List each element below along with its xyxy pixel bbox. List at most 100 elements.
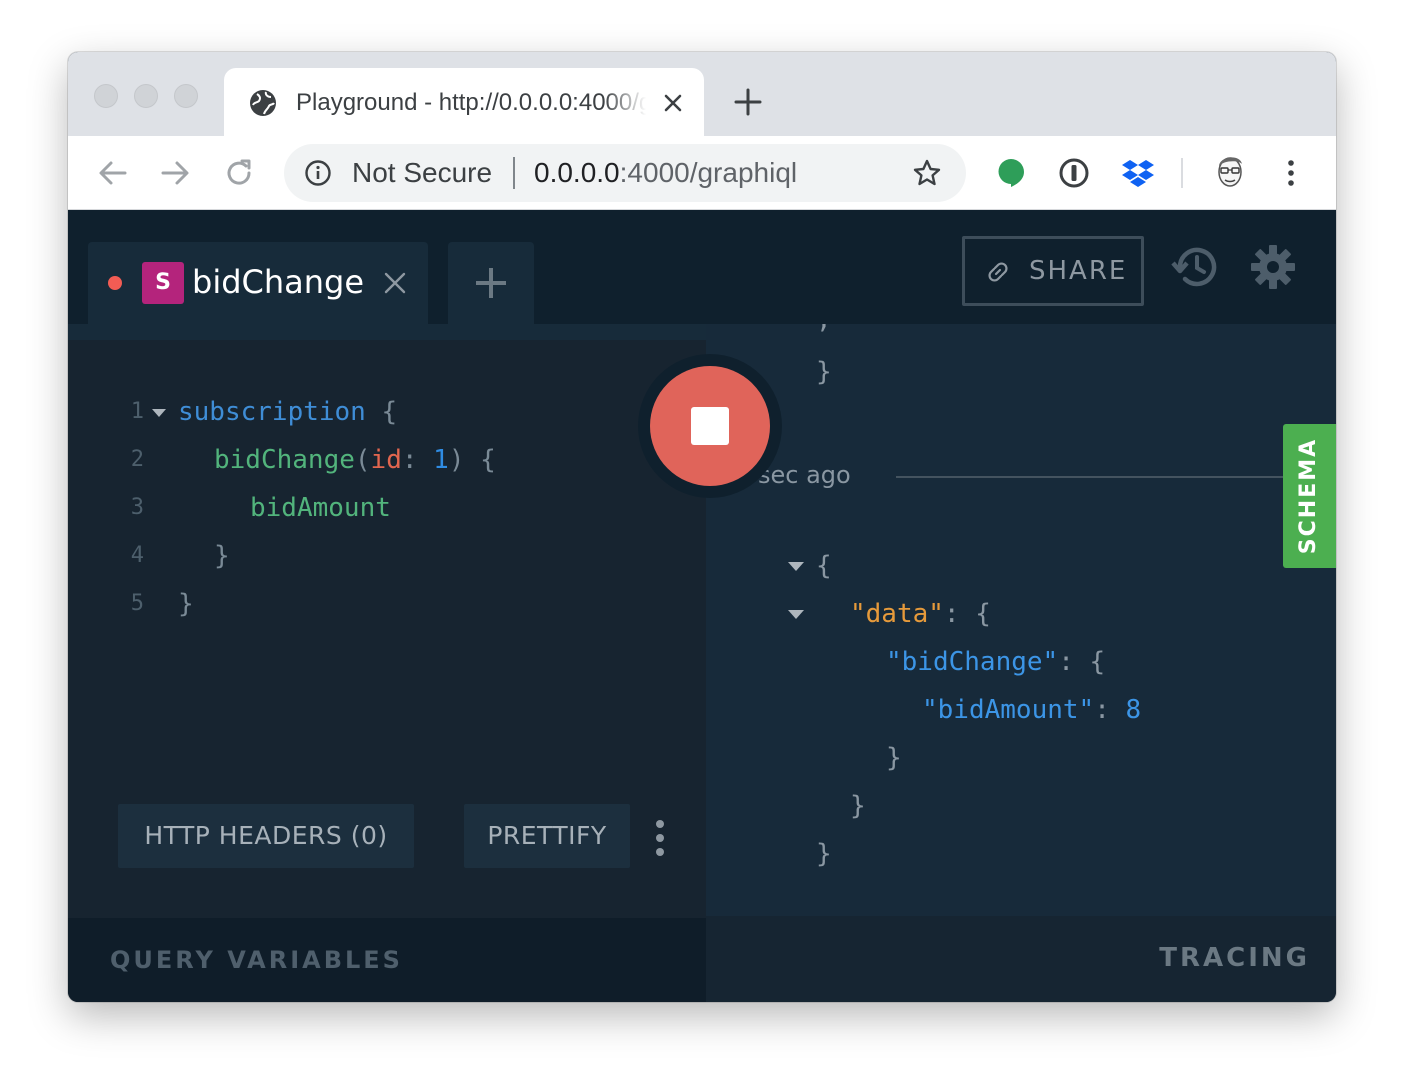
- address-separator: [513, 157, 515, 189]
- share-label: SHARE: [1029, 256, 1128, 286]
- stop-icon: [691, 407, 729, 445]
- query-variables-label: QUERY VARIABLES: [110, 946, 403, 974]
- code-line-1: subscription {: [178, 388, 397, 436]
- json-line-7: }: [816, 830, 832, 878]
- field-name: bidAmount: [250, 493, 391, 523]
- brace: {: [381, 397, 398, 427]
- close-icon[interactable]: [382, 270, 408, 296]
- browser-window: Playground - http://0.0.0.0:4000/graphiq…: [68, 52, 1336, 1002]
- prettify-button[interactable]: PRETTIFY: [464, 804, 630, 868]
- subscription-badge: S: [142, 262, 184, 304]
- fold-toggle-icon[interactable]: [788, 562, 804, 571]
- globe-icon: [250, 90, 276, 116]
- line-number: 3: [130, 495, 144, 520]
- plus-icon: [476, 268, 506, 298]
- info-icon[interactable]: [304, 159, 332, 187]
- brace: }: [850, 791, 866, 821]
- query-variables-bar[interactable]: QUERY VARIABLES: [68, 918, 706, 1002]
- password-manager-extension-icon[interactable]: [1057, 156, 1091, 190]
- colon: :: [1094, 695, 1110, 725]
- more-vertical-icon[interactable]: [1274, 156, 1308, 190]
- back-arrow-icon[interactable]: [96, 156, 130, 190]
- new-playground-tab-button[interactable]: [448, 242, 534, 324]
- brace: {: [480, 445, 496, 475]
- colon: :: [1058, 647, 1074, 677]
- json-key: "bidChange": [886, 647, 1059, 677]
- brace: }: [178, 589, 194, 619]
- playground-header: S bidChange SHARE: [68, 210, 1336, 324]
- brace: ,: [816, 324, 832, 335]
- argument-name: id: [370, 445, 402, 475]
- address-bar[interactable]: Not Secure 0.0.0.0:4000/graphiql: [284, 144, 966, 202]
- result-timestamp: sec ago: [758, 461, 851, 489]
- tracing-label: TRACING: [1159, 943, 1310, 973]
- profile-avatar[interactable]: [1212, 150, 1248, 194]
- json-line-3: "bidChange": {: [886, 638, 1105, 686]
- line-number: 4: [130, 543, 144, 568]
- json-line-2: "data": {: [850, 590, 991, 638]
- close-icon[interactable]: [660, 90, 686, 116]
- security-status-label[interactable]: Not Secure: [352, 144, 492, 202]
- tracing-bar[interactable]: TRACING: [706, 916, 1336, 1002]
- fold-toggle-icon[interactable]: [152, 409, 166, 417]
- line-number: 2: [130, 447, 144, 472]
- forward-arrow-icon[interactable]: [158, 156, 192, 190]
- code-line-3: bidAmount: [250, 484, 391, 532]
- line-number: 5: [130, 591, 144, 616]
- schema-label: SCHEMA: [1296, 437, 1321, 555]
- url-host: 0.0.0.0: [534, 157, 620, 188]
- playground-tab-bidchange[interactable]: S bidChange: [88, 242, 428, 324]
- unsaved-indicator: [108, 276, 122, 290]
- paren: ): [448, 445, 465, 475]
- paren: (: [354, 445, 371, 475]
- stop-button-face: [650, 366, 770, 486]
- window-minimize-control[interactable]: [134, 84, 158, 108]
- new-tab-plus-icon[interactable]: [732, 86, 764, 118]
- previous-result-close: }: [816, 348, 832, 396]
- toolbar-separator: [1181, 158, 1183, 188]
- brace: }: [886, 743, 902, 773]
- url-text[interactable]: 0.0.0.0:4000/graphiql: [534, 144, 797, 202]
- code-line-2: bidChange(id: 1) {: [214, 436, 496, 484]
- window-close-control[interactable]: [94, 84, 118, 108]
- colon: :: [401, 445, 418, 475]
- more-vertical-icon[interactable]: [650, 818, 670, 858]
- json-key: "bidAmount": [922, 695, 1095, 725]
- browser-tab-strip: Playground - http://0.0.0.0:4000/graphiq…: [68, 52, 1336, 136]
- browser-tab[interactable]: Playground - http://0.0.0.0:4000/graphiq…: [224, 68, 704, 136]
- json-line-5: }: [886, 734, 902, 782]
- code-line-4: }: [214, 532, 230, 580]
- code-line-5: }: [178, 580, 194, 628]
- history-icon[interactable]: [1170, 244, 1220, 290]
- url-path: :4000/graphiql: [619, 157, 798, 188]
- result-pane[interactable]: , } sec ago { "data": { "bidChange": { "…: [706, 324, 1336, 916]
- json-key: "data": [850, 599, 944, 629]
- brace: }: [816, 839, 832, 869]
- colon: :: [943, 599, 960, 629]
- http-headers-button[interactable]: HTTP HEADERS (0): [118, 804, 414, 868]
- gear-icon[interactable]: [1250, 244, 1296, 290]
- dropbox-extension-icon[interactable]: [1121, 156, 1155, 190]
- json-value: 8: [1125, 695, 1142, 725]
- partial-previous-line: ,: [816, 324, 832, 344]
- argument-value: 1: [433, 445, 449, 475]
- reload-icon[interactable]: [222, 156, 256, 190]
- stop-subscription-button[interactable]: [638, 354, 782, 498]
- browser-toolbar: Not Secure 0.0.0.0:4000/graphiql: [68, 136, 1336, 210]
- json-line-6: }: [850, 782, 866, 830]
- brace: }: [816, 357, 832, 387]
- browser-tab-title: Playground - http://0.0.0.0:4000/graphiq…: [296, 89, 646, 116]
- bookmark-star-icon[interactable]: [912, 158, 942, 188]
- query-editor-pane: 1 2 3 4 5 subscription { bidChange(id: 1…: [68, 324, 706, 918]
- brace: {: [816, 551, 832, 581]
- hangouts-extension-icon[interactable]: [994, 156, 1028, 190]
- window-zoom-control[interactable]: [174, 84, 198, 108]
- schema-tab[interactable]: SCHEMA: [1283, 424, 1336, 568]
- json-line-1: {: [816, 542, 832, 590]
- subscription-keyword: subscription: [178, 397, 366, 427]
- fold-toggle-icon[interactable]: [788, 610, 804, 619]
- brace: {: [975, 599, 991, 629]
- playground-tab-title: bidChange: [192, 263, 365, 301]
- json-line-4: "bidAmount": 8: [922, 686, 1141, 734]
- share-button[interactable]: SHARE: [962, 236, 1144, 306]
